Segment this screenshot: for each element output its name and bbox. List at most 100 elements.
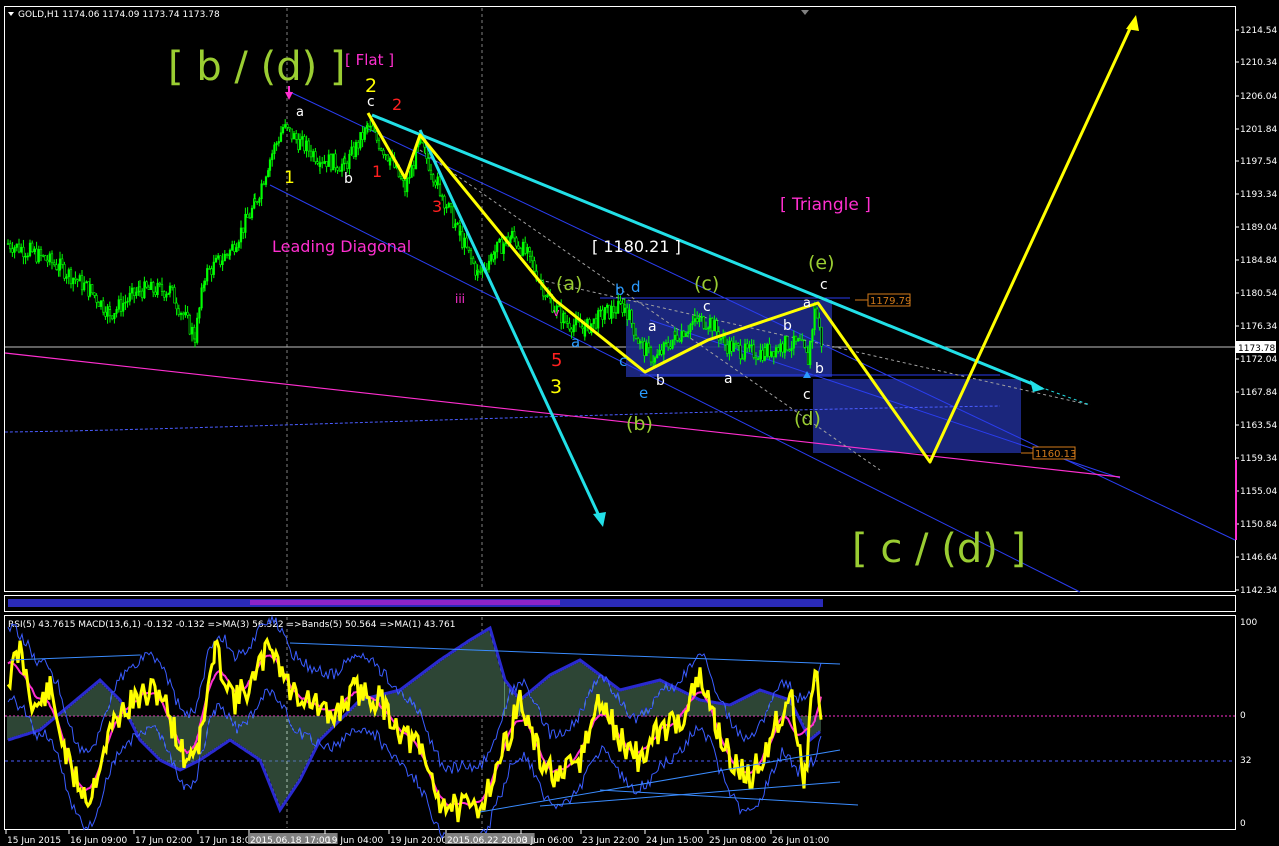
candle-body (258, 198, 261, 203)
current-price-label: 1173.78 (1238, 344, 1275, 354)
candle-body (242, 227, 245, 233)
candle-body (678, 340, 681, 342)
time-tick-label: 3 Jun 06:00 (522, 836, 574, 846)
candle-body (173, 287, 176, 304)
candle-body (380, 148, 383, 151)
candle-body (696, 318, 699, 323)
candle-body (46, 259, 49, 263)
candle-body (748, 344, 751, 349)
candle-body (63, 264, 66, 279)
candle-body (447, 203, 450, 208)
candle-body (329, 154, 333, 171)
candle-body (72, 277, 75, 285)
candle-body (273, 144, 276, 155)
candle-body (628, 309, 631, 320)
candle-body (614, 312, 618, 314)
candle-body (656, 354, 659, 359)
candle-body (388, 157, 392, 166)
candle-body (671, 339, 674, 349)
time-tick-label: 25 Jun 08:00 (709, 836, 766, 846)
label-wave-d: (d) (794, 408, 821, 430)
candle-body (361, 132, 364, 140)
candle-body (303, 136, 306, 152)
candle-body (621, 302, 624, 313)
candle-body (223, 253, 226, 262)
candle-body (803, 340, 806, 348)
shift-chart-icon[interactable] (801, 10, 809, 15)
candle-body (513, 230, 516, 239)
candle-body (691, 321, 694, 325)
candle-body (13, 247, 16, 253)
candle-body (801, 339, 804, 342)
candle-body (6, 243, 10, 245)
candle-body (253, 198, 257, 203)
price-tick-label: 1189.04 (1240, 223, 1277, 233)
candle-body (275, 142, 278, 146)
label-v: v (553, 306, 560, 319)
candle-body (93, 292, 96, 296)
candle-body (327, 154, 330, 167)
candle-body (399, 176, 403, 180)
candle-body (113, 313, 116, 320)
candle-body (48, 253, 51, 263)
price-tick-label: 1142.34 (1240, 586, 1277, 596)
price-tick-label: 1201.84 (1240, 125, 1277, 135)
candle-body (438, 184, 442, 197)
candle-body (599, 309, 602, 312)
candle-body (267, 170, 270, 178)
candle-body (65, 276, 68, 279)
candle-body (531, 255, 534, 262)
collapse-arrow-icon[interactable] (8, 12, 14, 16)
candle-body (434, 181, 437, 186)
candle-body (687, 331, 690, 334)
candle-body (638, 341, 642, 344)
candle-body (469, 250, 473, 259)
indicator-info: RSI(5) 43.7615 MACD(13,6,1) -0.132 -0.13… (8, 620, 455, 630)
candle-body (163, 291, 166, 298)
candle-body (171, 285, 174, 288)
candle-body (645, 342, 648, 357)
candle-body (78, 275, 81, 282)
candle-body (412, 165, 415, 170)
price-tick-label: 1146.64 (1240, 553, 1277, 563)
candle-body (521, 241, 525, 256)
candle-body (271, 153, 274, 161)
candle-body (200, 287, 203, 309)
price-tick-label: 1206.04 (1240, 92, 1277, 102)
chart-svg: GOLD,H1 1174.06 1174.09 1173.74 1173.78 … (4, 6, 1277, 846)
label-b-d: [ b / (d) ] (168, 44, 346, 90)
price-tick-label: 1176.34 (1240, 322, 1277, 332)
candle-body (357, 142, 360, 149)
candle-body (766, 343, 769, 357)
label-a-tri1: a (648, 319, 657, 335)
candle-body (818, 317, 821, 328)
candle-body (592, 318, 595, 324)
candle-body (188, 314, 191, 335)
time-tick-label: 2015.06.18 17:00 (250, 836, 331, 846)
candle-body (461, 231, 464, 248)
label-wave-2-red: 2 (392, 95, 402, 114)
label-c-d: [ c / (d) ] (852, 526, 1026, 572)
candle-body (698, 317, 701, 323)
candle-body (354, 142, 358, 158)
label-wave-3-red: 3 (432, 197, 442, 216)
candle-body (658, 349, 661, 355)
candle-body (779, 343, 782, 352)
candle-body (154, 291, 157, 296)
price-tick-label: 1214.54 (1240, 26, 1277, 36)
candle-body (798, 338, 802, 341)
candle-body (684, 333, 688, 337)
candle-body (95, 295, 98, 303)
label-b-blue: b (615, 281, 625, 299)
label-wave-b: (b) (626, 413, 653, 435)
label-c-tri: c (703, 299, 711, 315)
candle-body (80, 275, 84, 291)
label-leading-diagonal: Leading Diagonal (272, 237, 411, 256)
candle-body (290, 128, 293, 140)
candle-body (22, 246, 25, 258)
candle-body (309, 150, 313, 158)
candle-body (233, 244, 236, 253)
candle-body (741, 358, 744, 360)
indicator-frame (4, 615, 1236, 830)
label-wave-c: (c) (694, 273, 719, 295)
